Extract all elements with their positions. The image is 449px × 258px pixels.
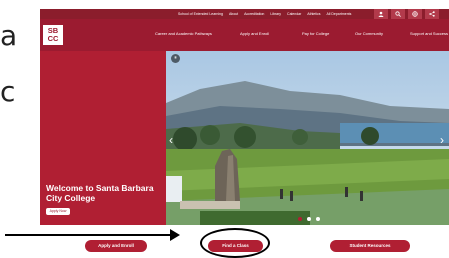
slide-text-fragment: c [0,75,16,108]
utility-link[interactable]: Athletics [307,10,320,18]
annotation-arrow-line [5,234,175,236]
utility-link[interactable]: School of Extended Learning [178,10,223,18]
annotation-arrow-head [170,229,180,241]
utility-icons [374,9,439,19]
main-navigation: SB CC Career and Academic Pathways Apply… [40,19,449,51]
person-icon[interactable] [374,9,388,19]
utility-link[interactable]: Calendar [287,10,301,18]
chevron-right-icon[interactable]: › [440,134,444,146]
carousel-dot[interactable] [298,217,302,221]
utility-link[interactable]: About [229,10,238,18]
pause-icon[interactable]: ⏸ [171,54,180,63]
nav-career-pathways[interactable]: Career and Academic Pathways [155,31,212,36]
globe-icon[interactable] [408,9,422,19]
carousel-dots [298,217,320,221]
website-screenshot: School of Extended Learning About Accred… [40,9,449,239]
nav-apply-enroll[interactable]: Apply and Enroll [240,31,269,36]
utility-bar: School of Extended Learning About Accred… [40,9,449,19]
slide-text-fragment: a [0,19,18,52]
hero-title: Welcome to Santa Barbara City College [46,183,154,203]
hero-banner: Welcome to Santa Barbara City College Ap… [40,51,449,225]
chevron-left-icon[interactable]: ‹ [169,134,173,146]
utility-links: School of Extended Learning About Accred… [178,10,351,18]
utility-link[interactable]: All Departments [327,10,352,18]
utility-link[interactable]: Library [270,10,281,18]
apply-now-button[interactable]: Apply Now [46,208,70,215]
carousel-dot[interactable] [316,217,320,221]
nav-our-community[interactable]: Our Community [355,31,383,36]
student-resources-button[interactable]: Student Resources [330,240,410,252]
carousel-dot[interactable] [307,217,311,221]
annotation-circle [200,228,270,258]
nav-support-success[interactable]: Support and Success [410,31,448,36]
utility-link[interactable]: Accreditation [244,10,264,18]
sbcc-logo[interactable]: SB CC [43,25,63,45]
apply-enroll-button[interactable]: Apply and Enroll [85,240,147,252]
nav-pay-for-college[interactable]: Pay for College [302,31,329,36]
search-icon[interactable] [391,9,405,19]
share-icon[interactable] [425,9,439,19]
